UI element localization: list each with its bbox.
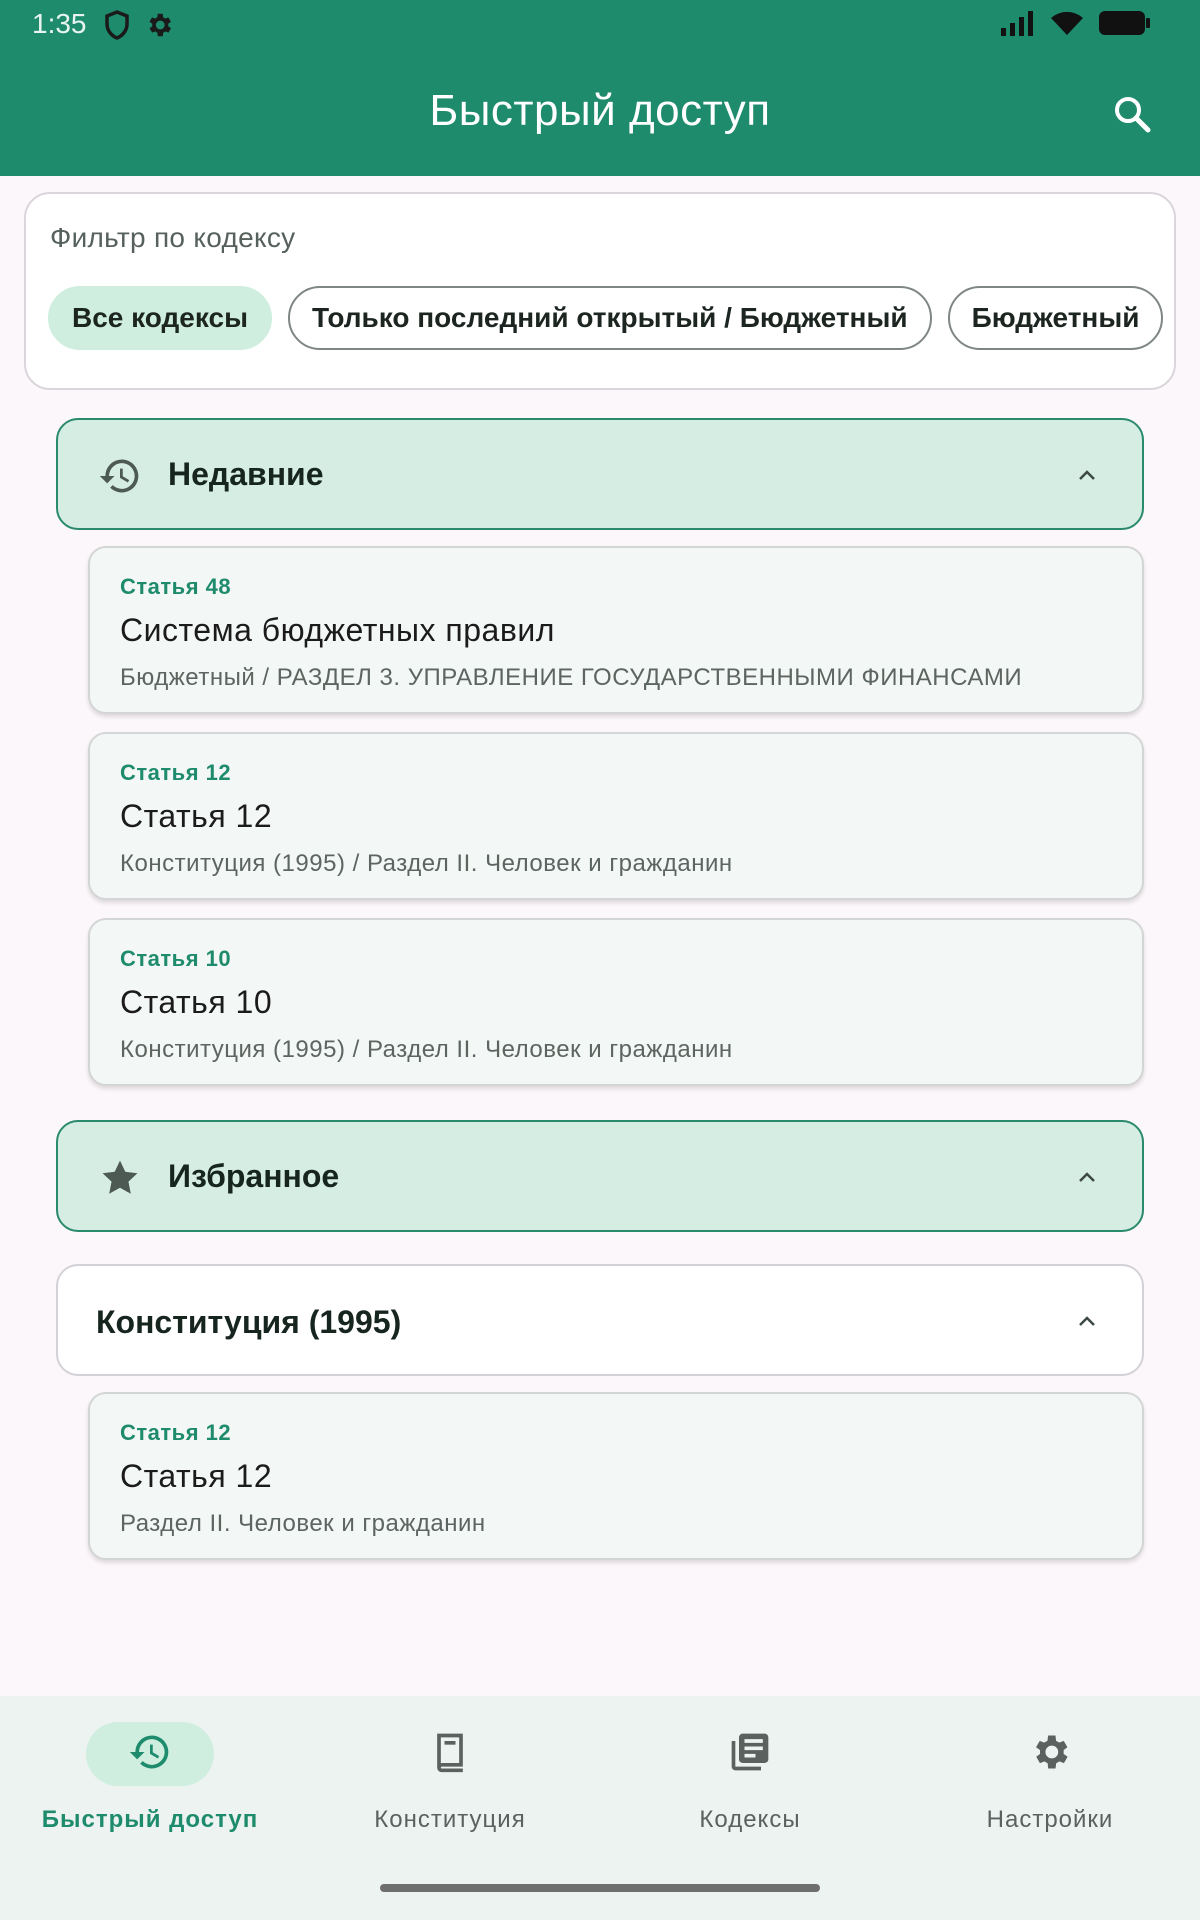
- gear-icon: [1028, 1730, 1072, 1779]
- search-icon: [1112, 94, 1152, 139]
- article-number: Статья 48: [120, 574, 232, 599]
- chip-last-opened[interactable]: Только последний открытый / Бюджетный: [288, 286, 932, 350]
- article-path: Конституция (1995) / Раздел II. Человек …: [120, 1036, 733, 1063]
- chevron-up-icon: [1072, 1162, 1102, 1192]
- filter-title: Фильтр по кодексу: [50, 222, 296, 253]
- chip-all-codes[interactable]: Все кодексы: [48, 286, 272, 350]
- history-icon: [98, 454, 142, 498]
- recent-item[interactable]: Статья 48 Система бюджетных правил Бюдже…: [88, 546, 1144, 714]
- article-title: Статья 10: [120, 984, 273, 1020]
- library-icon: [728, 1730, 772, 1779]
- article-title: Статья 12: [120, 1458, 273, 1494]
- history-icon: [128, 1730, 172, 1779]
- article-title: Система бюджетных правил: [120, 612, 555, 648]
- star-icon: [98, 1156, 142, 1200]
- status-time: 1:35: [32, 8, 87, 39]
- favorites-group-header[interactable]: Конституция (1995): [56, 1264, 1144, 1376]
- article-number: Статья 12: [120, 1420, 232, 1445]
- recent-item[interactable]: Статья 10 Статья 10 Конституция (1995) /…: [88, 918, 1144, 1086]
- chevron-up-icon: [1072, 1306, 1102, 1336]
- nav-codes[interactable]: Кодексы: [600, 1722, 900, 1862]
- chevron-up-icon: [1072, 460, 1102, 490]
- article-path: Конституция (1995) / Раздел II. Человек …: [120, 850, 733, 877]
- status-bar: 1:35: [0, 0, 1200, 50]
- nav-label: Настройки: [986, 1806, 1114, 1833]
- nav-quick-access[interactable]: Быстрый доступ: [0, 1722, 300, 1862]
- article-title: Статья 12: [120, 798, 273, 834]
- recent-section-header[interactable]: Недавние: [56, 418, 1144, 530]
- nav-label: Кодексы: [699, 1806, 801, 1833]
- wifi-icon: [1050, 10, 1084, 41]
- book-icon: [428, 1730, 472, 1779]
- battery-icon: [1098, 10, 1152, 41]
- favorite-item[interactable]: Статья 12 Статья 12 Раздел II. Человек и…: [88, 1392, 1144, 1560]
- favorites-section-header[interactable]: Избранное: [56, 1120, 1144, 1232]
- page-title: Быстрый доступ: [429, 86, 771, 135]
- search-button[interactable]: [1104, 88, 1160, 144]
- chip-budget[interactable]: Бюджетный: [947, 286, 1164, 350]
- article-path: Бюджетный / РАЗДЕЛ 3. УПРАВЛЕНИЕ ГОСУДАР…: [120, 664, 1023, 691]
- recent-item[interactable]: Статья 12 Статья 12 Конституция (1995) /…: [88, 732, 1144, 900]
- favorites-title: Избранное: [168, 1158, 340, 1194]
- home-indicator[interactable]: [380, 1884, 820, 1892]
- article-number: Статья 10: [120, 946, 232, 971]
- filter-card: Фильтр по кодексу Все кодексы Только пос…: [24, 192, 1176, 390]
- nav-constitution[interactable]: Конституция: [300, 1722, 600, 1862]
- recent-title: Недавние: [168, 456, 324, 492]
- shield-icon: [104, 10, 130, 45]
- nav-label: Конституция: [374, 1806, 526, 1833]
- signal-icon: [1000, 10, 1036, 41]
- group-title: Конституция (1995): [96, 1304, 402, 1340]
- top-app-bar: 1:35 Быстрый доступ: [0, 0, 1200, 176]
- article-number: Статья 12: [120, 760, 232, 785]
- nav-label: Быстрый доступ: [41, 1806, 259, 1833]
- nav-settings[interactable]: Настройки: [900, 1722, 1200, 1862]
- article-path: Раздел II. Человек и гражданин: [120, 1510, 486, 1537]
- filter-chips: Все кодексы Только последний открытый / …: [48, 286, 1164, 350]
- gear-icon: [144, 10, 174, 45]
